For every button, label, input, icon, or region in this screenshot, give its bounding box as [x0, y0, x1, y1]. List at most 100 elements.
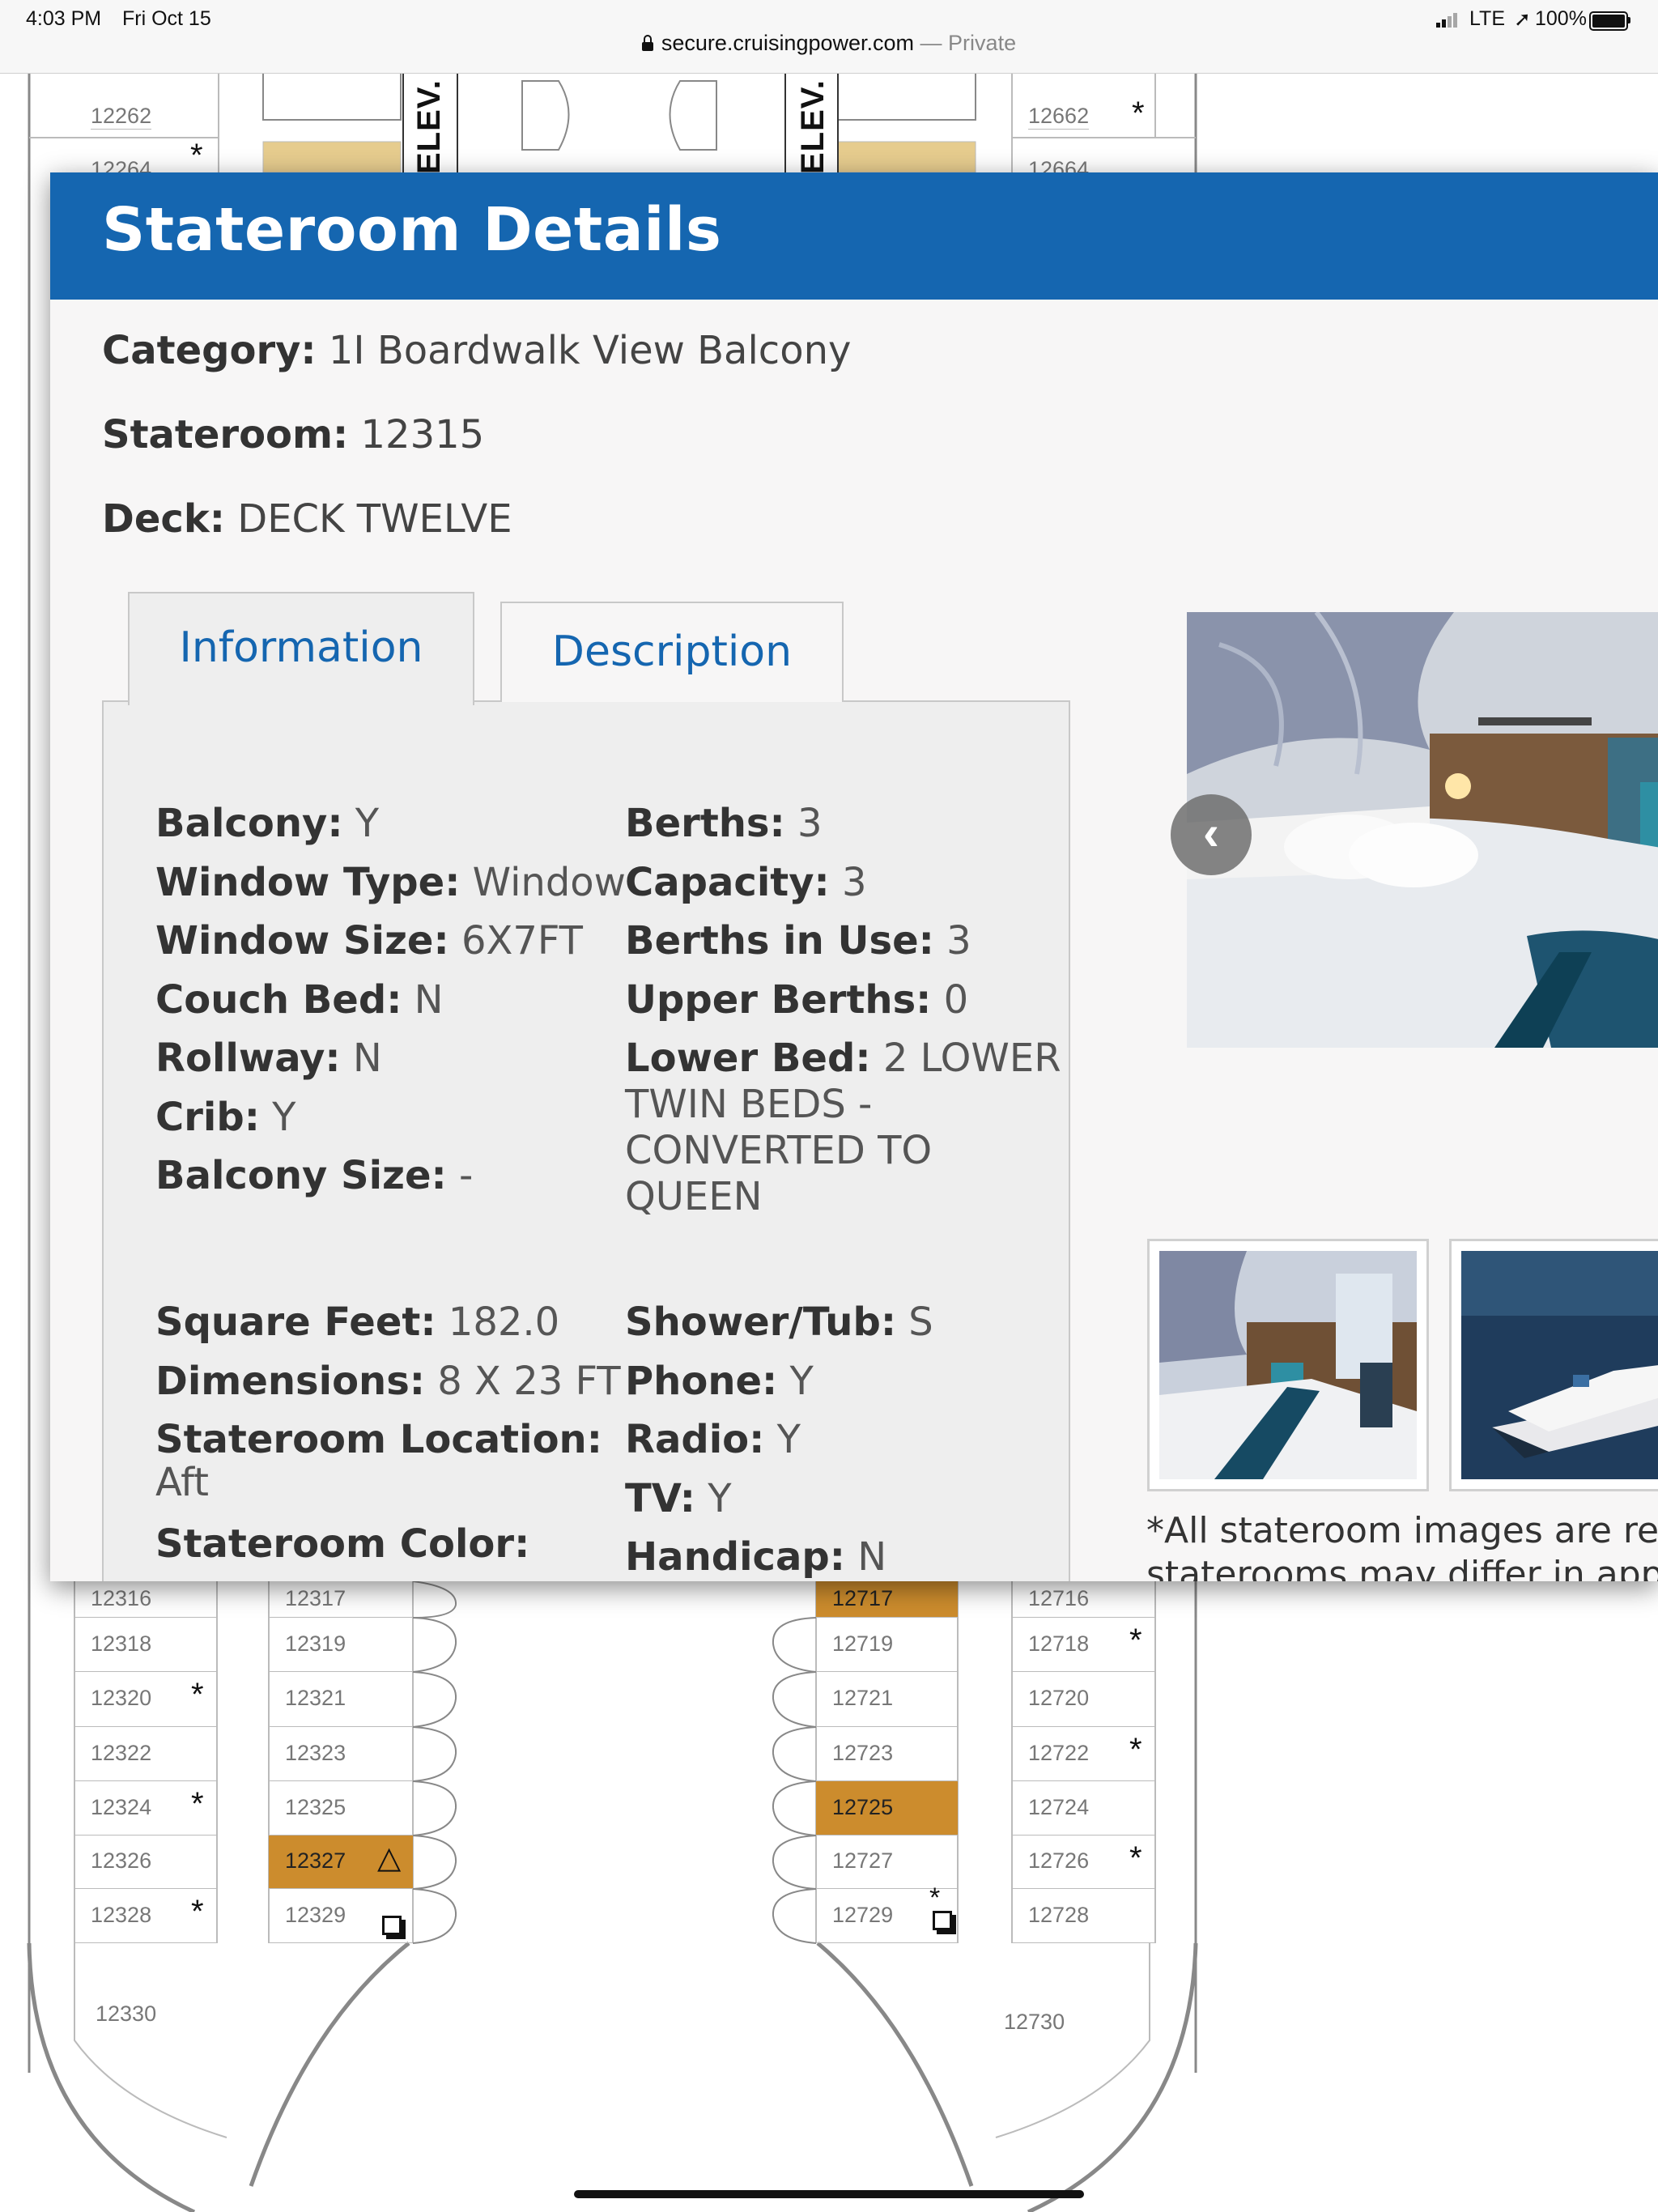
cabin-cell[interactable]: 12322 [74, 1727, 217, 1781]
info-row: Dimensions: 8 X 23 FT [155, 1359, 621, 1405]
cabin-cell[interactable]: 12728 [1012, 1889, 1155, 1943]
info-value: 3 [946, 918, 971, 963]
info-row: Handicap: N [625, 1534, 886, 1580]
cabin-12262[interactable]: 12262 [91, 104, 152, 130]
star-marker: * [191, 1894, 204, 1929]
info-row: Berths in Use: 3 [625, 918, 971, 964]
info-value: Y [776, 1417, 801, 1462]
info-value: 0 [943, 976, 969, 1023]
cabin-cell[interactable]: 12727 [816, 1836, 958, 1889]
url-bar[interactable]: secure.cruisingpower.com — Private [0, 31, 1658, 56]
cabin-cell[interactable]: 12716 [1012, 1581, 1155, 1618]
info-label: Balcony Size: [155, 1153, 447, 1198]
info-label: TV: [625, 1475, 695, 1521]
thumbnail-1[interactable] [1147, 1239, 1429, 1491]
thumbnail-room-image [1150, 1241, 1426, 1489]
cabin-cell[interactable]: 12719 [816, 1618, 958, 1672]
home-indicator [574, 2190, 1084, 2198]
info-value: N [352, 1036, 382, 1081]
info-row: Shower/Tub: S [625, 1300, 933, 1346]
cabin-cell[interactable]: 12317 [269, 1581, 413, 1618]
browser-status-bar: 4:03 PM Fri Oct 15 LTE ➚ 100% secure.cru… [0, 0, 1658, 74]
accessible-triangle-icon: △ [377, 1841, 402, 1875]
info-label: Radio: [625, 1417, 765, 1462]
cabin-cell[interactable]: 12724 [1012, 1781, 1155, 1836]
star-marker: * [190, 138, 203, 173]
info-label: Balcony: [155, 801, 343, 846]
battery-percent: 100% [1535, 7, 1587, 30]
info-label: Stateroom Location: [155, 1417, 602, 1462]
battery-tip [1628, 17, 1630, 23]
info-row: Window Size: 6X7FT [155, 918, 583, 964]
info-value: 2 LOWER [882, 1036, 1061, 1081]
stateroom-photo[interactable] [1187, 612, 1658, 1048]
tab-information[interactable]: Information [128, 592, 474, 705]
thumbnail-ship-image [1452, 1241, 1658, 1489]
status-time: 4:03 PM [26, 7, 102, 30]
elevator-label-right: ELEV. [795, 79, 831, 174]
cabin-12330[interactable]: 12330 [96, 2001, 156, 2027]
stateroom-line: Stateroom: 12315 [102, 412, 484, 457]
cabin-cell[interactable]: 12316 [74, 1581, 217, 1618]
info-value: Y [789, 1358, 814, 1404]
info-value: Y [708, 1475, 732, 1521]
info-row: Lower Bed: 2 LOWER [625, 1036, 1061, 1082]
info-label: Dimensions: [155, 1359, 425, 1404]
stateroom-photo-image [1187, 612, 1658, 1048]
info-label: Window Type: [155, 859, 461, 905]
cabin-cell[interactable]: 12321 [269, 1672, 413, 1727]
cabin-cell[interactable]: 12723 [816, 1727, 958, 1781]
cabin-cell[interactable]: 12326 [74, 1836, 217, 1889]
cabin-cell[interactable]: 12721 [816, 1672, 958, 1727]
info-row: Window Type: Window [155, 860, 626, 906]
private-label: — Private [920, 31, 1017, 55]
info-row: Rollway: N [155, 1036, 382, 1082]
thumbnail-2[interactable] [1449, 1239, 1658, 1491]
info-value: 182.0 [448, 1300, 560, 1345]
cabin-cell[interactable]: 12319 [269, 1618, 413, 1672]
cabin-cell[interactable]: 12323 [269, 1727, 413, 1781]
deck-line: Deck: DECK TWELVE [102, 496, 512, 542]
category-line: Category: 1I Boardwalk View Balcony [102, 328, 851, 373]
category-value: 1I Boardwalk View Balcony [328, 328, 852, 373]
info-label: Rollway: [155, 1036, 341, 1081]
cabin-cell[interactable]: 12717 [816, 1581, 958, 1618]
info-value: 3 [797, 801, 823, 846]
stateroom-details-modal: Stateroom Details Category: 1I Boardwalk… [50, 172, 1658, 1581]
info-value: - [459, 1153, 474, 1198]
info-label: Stateroom Color: [155, 1521, 530, 1567]
info-row: Berths: 3 [625, 801, 823, 847]
deck-label: Deck: [102, 496, 225, 542]
cabin-12662[interactable]: 12662 [1028, 104, 1090, 130]
cabin-12730[interactable]: 12730 [1004, 2010, 1065, 2035]
elevator-label-left: ELEV. [411, 79, 447, 174]
star-marker: * [191, 1786, 204, 1822]
info-value: N [857, 1534, 887, 1580]
lower-bed-continuation: TWIN BEDS - [625, 1082, 873, 1127]
cabin-cell[interactable]: 12318 [74, 1618, 217, 1672]
battery-icon [1589, 11, 1628, 31]
cabin-cell[interactable]: 12720 [1012, 1672, 1155, 1727]
star-marker: * [1129, 1623, 1142, 1658]
cabin-cell[interactable]: 12325 [269, 1781, 413, 1836]
lock-icon [641, 35, 653, 51]
info-row: Couch Bed: N [155, 977, 444, 1023]
info-value: Window [472, 859, 626, 905]
info-value: Y [272, 1094, 296, 1140]
location-arrow-icon: ➚ [1514, 8, 1531, 31]
star-marker: * [191, 1677, 204, 1712]
info-row: Stateroom Location: [155, 1417, 602, 1463]
info-row: Radio: Y [625, 1417, 801, 1463]
info-row: Square Feet: 182.0 [155, 1300, 559, 1346]
previous-image-button[interactable]: ‹ [1171, 794, 1252, 875]
cabin-cell[interactable]: 12725 [816, 1781, 958, 1836]
star-marker: * [1132, 96, 1145, 131]
modal-header: Stateroom Details [50, 172, 1658, 300]
info-row: Phone: Y [625, 1359, 814, 1405]
info-value: Aft [155, 1460, 209, 1505]
info-label: Crib: [155, 1094, 260, 1140]
star-marker: * [929, 1882, 941, 1913]
info-label: Phone: [625, 1358, 778, 1404]
tab-description[interactable]: Description [500, 602, 844, 702]
info-value: S [908, 1300, 933, 1345]
